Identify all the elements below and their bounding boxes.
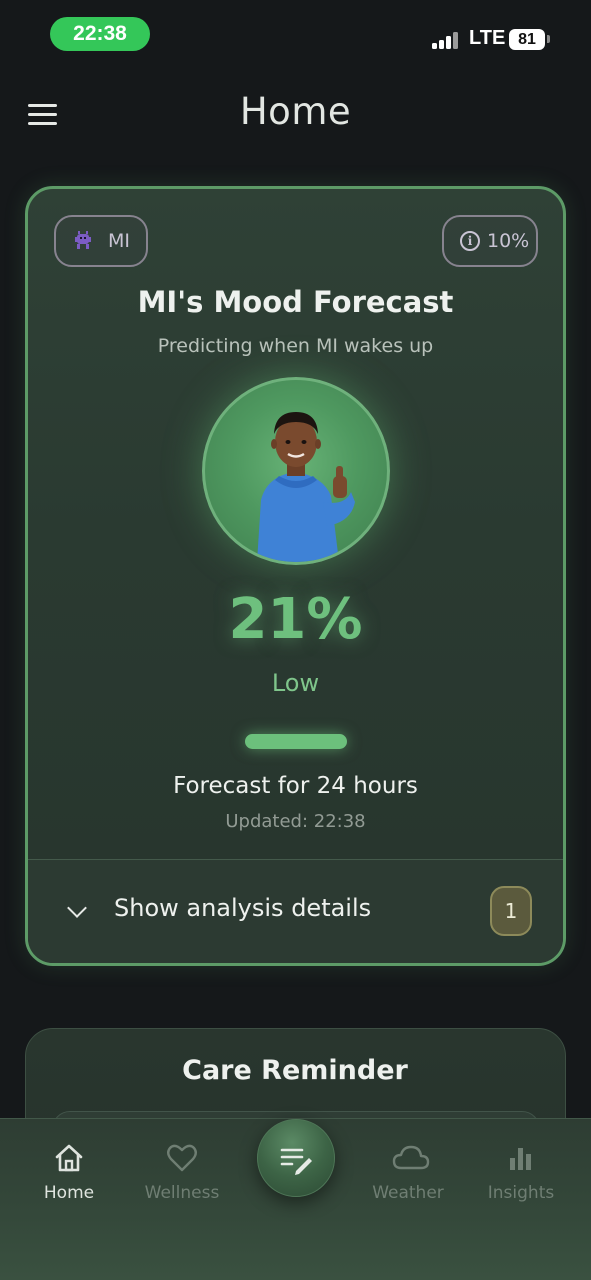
nav-home-label: Home [43, 1183, 95, 1203]
status-time: 22:38 [50, 17, 150, 51]
nav-insights-label: Insights [487, 1183, 555, 1203]
status-bar: 22:38 LTE 81 [0, 0, 591, 70]
chevron-down-icon [67, 898, 87, 918]
network-type: LTE [469, 27, 506, 49]
heart-icon [167, 1144, 197, 1172]
mood-forecast-card: MI i 10% MI's Mood Forecast Predicting w… [25, 186, 566, 966]
mood-progress-bar [245, 734, 347, 749]
show-analysis-details-toggle[interactable]: Show analysis details 1 [28, 860, 563, 963]
home-screen: 22:38 LTE 81 Home MI i 10% MI's Mood For… [0, 0, 591, 1280]
updated-timestamp: Updated: 22:38 [225, 811, 366, 832]
info-chip[interactable]: i 10% [442, 215, 538, 267]
mood-progress-fill [245, 734, 347, 749]
battery-nub [547, 35, 550, 43]
care-reminder-title: Care Reminder [182, 1055, 408, 1086]
nav-weather[interactable]: Weather [353, 1119, 463, 1229]
avatar-illustration [257, 412, 355, 562]
analysis-count-badge: 1 [490, 886, 532, 936]
bottom-nav: Home Wellness Weather Insights [0, 1118, 591, 1280]
forecast-span: Forecast for 24 hours [173, 773, 418, 799]
pet-name-label: MI [108, 230, 130, 252]
nav-home[interactable]: Home [14, 1119, 124, 1229]
pet-icon [75, 231, 91, 249]
pet-selector-chip[interactable]: MI [54, 215, 148, 267]
info-icon: i [460, 231, 480, 251]
show-analysis-details-label: Show analysis details [114, 894, 372, 922]
nav-wellness-label: Wellness [144, 1183, 220, 1203]
bar-chart-icon [510, 1148, 531, 1170]
nav-wellness[interactable]: Wellness [127, 1119, 237, 1229]
home-icon [55, 1144, 83, 1172]
edit-notes-fab[interactable] [257, 1119, 335, 1197]
nav-insights[interactable]: Insights [466, 1119, 576, 1229]
edit-notes-icon [280, 1148, 312, 1175]
signal-icon [432, 29, 464, 49]
app-header: Home [0, 78, 591, 148]
mood-percentage: 21% [228, 587, 363, 652]
battery-icon: 81 [509, 29, 545, 50]
mood-level: Low [271, 669, 320, 697]
cloud-icon [392, 1145, 430, 1170]
info-chip-label: 10% [487, 230, 530, 252]
forecast-subtitle: Predicting when MI wakes up [157, 335, 434, 357]
nav-weather-label: Weather [372, 1183, 444, 1203]
page-title: Home [239, 90, 352, 133]
forecast-title: MI's Mood Forecast [137, 285, 454, 319]
avatar [202, 377, 390, 565]
